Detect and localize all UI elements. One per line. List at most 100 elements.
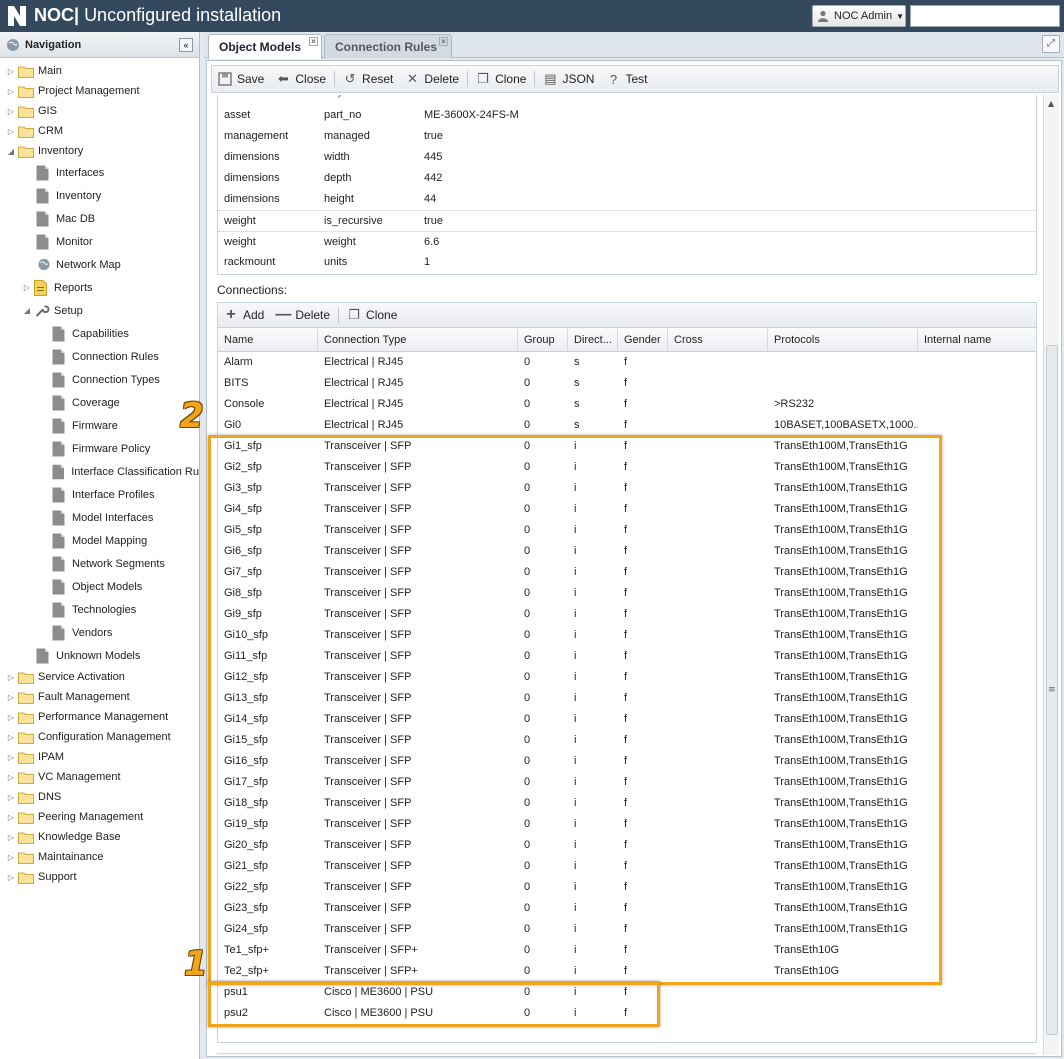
add-connection-button[interactable]: + Add: [224, 306, 264, 323]
nav-item-connection-types[interactable]: Connection Types: [0, 368, 199, 391]
table-row[interactable]: Gi20_sfp Transceiver | SFP 0 i f TransEth100M…: [218, 835, 1036, 856]
table-row[interactable]: Gi19_sfp Transceiver | SFP 0 i f TransEth100M…: [218, 814, 1036, 835]
expand-arrow-icon[interactable]: ▷: [6, 733, 16, 742]
expand-arrow-icon[interactable]: ▷: [6, 853, 16, 862]
expand-arrow-icon[interactable]: ▷: [6, 713, 16, 722]
nav-item-dns[interactable]: ▷ DNS: [0, 787, 199, 807]
table-row[interactable]: Gi17_sfp Transceiver | SFP 0 i f TransEth100M…: [218, 772, 1036, 793]
expanded-arrow-icon[interactable]: ◢: [6, 147, 16, 156]
nav-item-object-models[interactable]: Object Models: [0, 575, 199, 598]
nav-item-unknown-models[interactable]: Unknown Models: [0, 644, 199, 667]
nav-item-maintainance[interactable]: ▷ Maintainance: [0, 847, 199, 867]
table-row[interactable]: Gi6_sfp Transceiver | SFP 0 i f TransEth100M,…: [218, 541, 1036, 562]
clone-button[interactable]: ❐ Clone: [476, 71, 526, 86]
expand-arrow-icon[interactable]: ▷: [6, 107, 16, 116]
column-header-connection-type[interactable]: Connection Type: [318, 328, 518, 352]
column-header-protocols[interactable]: Protocols: [768, 328, 918, 352]
clone-connection-button[interactable]: ❐ Clone: [347, 307, 397, 322]
nav-item-gis[interactable]: ▷ GIS: [0, 101, 199, 121]
table-row[interactable]: Gi15_sfp Transceiver | SFP 0 i f TransEth100M…: [218, 730, 1036, 751]
nav-item-performance-management[interactable]: ▷ Performance Management: [0, 707, 199, 727]
table-row[interactable]: Gi8_sfp Transceiver | SFP 0 i f TransEth100M,…: [218, 583, 1036, 604]
table-row[interactable]: Gi10_sfp Transceiver | SFP 0 i f TransEth100M…: [218, 625, 1036, 646]
table-row[interactable]: Te2_sfp+ Transceiver | SFP+ 0 i f TransEth10G: [218, 961, 1036, 982]
expand-arrow-icon[interactable]: ▷: [6, 753, 16, 762]
column-header-group[interactable]: Group: [518, 328, 568, 352]
table-row[interactable]: Gi14_sfp Transceiver | SFP 0 i f TransEth100M…: [218, 709, 1036, 730]
user-menu-button[interactable]: NOC Admin ▼: [812, 5, 906, 27]
column-header-cross[interactable]: Cross: [668, 328, 768, 352]
nav-item-network-map[interactable]: Network Map: [0, 253, 199, 276]
nav-item-interface-profiles[interactable]: Interface Profiles: [0, 483, 199, 506]
form-scroll-area[interactable]: asset part_no ME-3600X-24FS-M management man…: [211, 95, 1041, 1055]
expand-arrow-icon[interactable]: ▷: [6, 833, 16, 842]
nav-item-vc-management[interactable]: ▷ VC Management: [0, 767, 199, 787]
expand-arrow-icon[interactable]: ▷: [22, 283, 32, 292]
table-row[interactable]: psu1 Cisco | ME3600 | PSU 0 i f: [218, 982, 1036, 1003]
table-row[interactable]: Gi5_sfp Transceiver | SFP 0 i f TransEth100M,…: [218, 520, 1036, 541]
nav-item-peering-management[interactable]: ▷ Peering Management: [0, 807, 199, 827]
collapse-panel-button[interactable]: «: [179, 38, 193, 52]
expand-arrow-icon[interactable]: ▷: [6, 813, 16, 822]
nav-item-firmware[interactable]: Firmware: [0, 414, 199, 437]
nav-item-configuration-management[interactable]: ▷ Configuration Management: [0, 727, 199, 747]
table-row[interactable]: Gi23_sfp Transceiver | SFP 0 i f TransEth100M…: [218, 898, 1036, 919]
expand-arrow-icon[interactable]: ▷: [6, 87, 16, 96]
attribute-row[interactable]: dimensions depth 442: [218, 168, 1036, 189]
nav-item-inventory[interactable]: Inventory: [0, 184, 199, 207]
table-row[interactable]: Gi21_sfp Transceiver | SFP 0 i f TransEth100M…: [218, 856, 1036, 877]
table-row[interactable]: Gi3_sfp Transceiver | SFP 0 i f TransEth100M,…: [218, 478, 1036, 499]
attribute-row[interactable]: weight weight 6.6: [218, 231, 1036, 252]
test-button[interactable]: ? Test: [606, 72, 648, 87]
table-row[interactable]: Gi2_sfp Transceiver | SFP 0 i f TransEth100M,…: [218, 457, 1036, 478]
expand-arrow-icon[interactable]: ▷: [6, 773, 16, 782]
table-row[interactable]: Console Electrical | RJ45 0 s f >RS232: [218, 394, 1036, 415]
table-row[interactable]: psu2 Cisco | ME3600 | PSU 0 i f: [218, 1003, 1036, 1024]
table-row[interactable]: Gi12_sfp Transceiver | SFP 0 i f TransEth100M…: [218, 667, 1036, 688]
table-row[interactable]: Gi4_sfp Transceiver | SFP 0 i f TransEth100M,…: [218, 499, 1036, 520]
horizontal-scrollbar[interactable]: ◀ ▶: [217, 1053, 1037, 1055]
table-row[interactable]: Gi7_sfp Transceiver | SFP 0 i f TransEth100M,…: [218, 562, 1036, 583]
close-icon[interactable]: ×: [439, 37, 448, 46]
column-header-name[interactable]: Name: [218, 328, 318, 352]
attribute-row[interactable]: dimensions width 445: [218, 147, 1036, 168]
column-header-gender[interactable]: Gender: [618, 328, 668, 352]
nav-item-vendors[interactable]: Vendors: [0, 621, 199, 644]
table-row[interactable]: Gi18_sfp Transceiver | SFP 0 i f TransEth100M…: [218, 793, 1036, 814]
nav-item-inventory[interactable]: ◢ Inventory: [0, 141, 199, 161]
reset-button[interactable]: ↺ Reset: [343, 71, 394, 86]
nav-item-crm[interactable]: ▷ CRM: [0, 121, 199, 141]
nav-item-interface-classification-ru[interactable]: Interface Classification Ru: [0, 460, 199, 483]
nav-item-capabilities[interactable]: Capabilities: [0, 322, 199, 345]
nav-item-model-mapping[interactable]: Model Mapping: [0, 529, 199, 552]
json-button[interactable]: ▤ JSON: [543, 71, 594, 86]
nav-item-fault-management[interactable]: ▷ Fault Management: [0, 687, 199, 707]
expand-arrow-icon[interactable]: ▷: [6, 127, 16, 136]
nav-item-monitor[interactable]: Monitor: [0, 230, 199, 253]
expand-arrow-icon[interactable]: ▷: [6, 67, 16, 76]
close-icon[interactable]: ×: [309, 37, 318, 46]
attribute-row[interactable]: management managed true: [218, 126, 1036, 147]
tab-object-models[interactable]: Object Models ×: [208, 34, 322, 59]
nav-item-network-segments[interactable]: Network Segments: [0, 552, 199, 575]
delete-button[interactable]: ✕ Delete: [405, 71, 459, 86]
column-header-direct[interactable]: Direct...: [568, 328, 618, 352]
table-row[interactable]: Gi22_sfp Transceiver | SFP 0 i f TransEth100M…: [218, 877, 1036, 898]
nav-item-main[interactable]: ▷ Main: [0, 61, 199, 81]
nav-item-knowledge-base[interactable]: ▷ Knowledge Base: [0, 827, 199, 847]
nav-item-setup[interactable]: ◢ Setup: [0, 299, 199, 322]
attribute-row[interactable]: weight is_recursive true: [218, 210, 1036, 231]
expand-arrow-icon[interactable]: ▷: [6, 793, 16, 802]
nav-item-technologies[interactable]: Technologies: [0, 598, 199, 621]
nav-item-mac-db[interactable]: Mac DB: [0, 207, 199, 230]
nav-item-ipam[interactable]: ▷ IPAM: [0, 747, 199, 767]
attribute-row[interactable]: asset part_no ME-3600X-24FS-M: [218, 105, 1036, 126]
table-row[interactable]: Gi16_sfp Transceiver | SFP 0 i f TransEth100M…: [218, 751, 1036, 772]
expand-arrow-icon[interactable]: ▷: [6, 693, 16, 702]
attribute-row[interactable]: rackmount units 1: [218, 252, 1036, 273]
nav-item-service-activation[interactable]: ▷ Service Activation: [0, 667, 199, 687]
table-row[interactable]: BITS Electrical | RJ45 0 s f: [218, 373, 1036, 394]
expanded-arrow-icon[interactable]: ◢: [22, 306, 32, 315]
table-row[interactable]: Gi1_sfp Transceiver | SFP 0 i f TransEth100M,…: [218, 436, 1036, 457]
table-row[interactable]: Alarm Electrical | RJ45 0 s f: [218, 352, 1036, 373]
